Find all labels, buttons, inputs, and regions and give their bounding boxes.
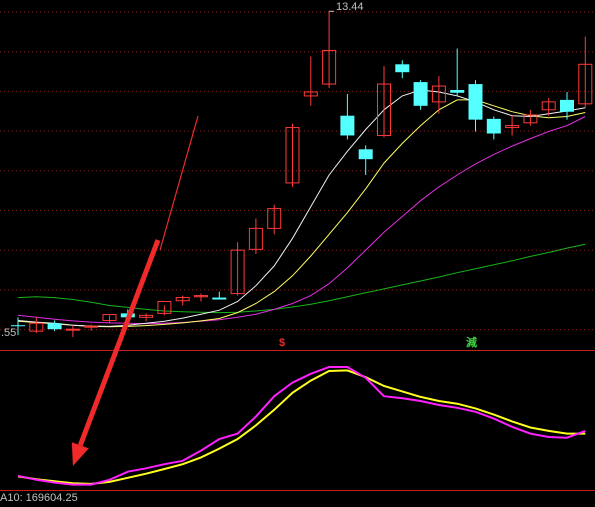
- high-price-label: 13.44: [336, 1, 364, 13]
- candle-body-down: [450, 90, 465, 93]
- candlesticks: [11, 10, 593, 338]
- arrow-thin-tail: [159, 115, 199, 251]
- buy-signal-marker: $: [279, 337, 286, 349]
- candle-body-down: [486, 118, 501, 134]
- low-price-label: .55: [1, 327, 17, 339]
- arrow-head: [71, 442, 89, 466]
- candle-body-down: [358, 149, 373, 160]
- ma-long-line: [17, 116, 586, 325]
- annotation-arrow: [71, 115, 199, 466]
- candle-body-down: [413, 82, 428, 106]
- arrow-shaft: [77, 239, 161, 447]
- candle-body-down: [47, 323, 62, 330]
- candle-body-up: [65, 328, 80, 331]
- candle-body-down: [212, 297, 227, 300]
- candle-body-down: [468, 84, 483, 120]
- ma-mid-line: [17, 99, 586, 328]
- candle-body-down: [560, 99, 574, 112]
- indicator-value-label: A10: 169604.25: [0, 492, 78, 504]
- stock-chart[interactable]: [0, 0, 595, 507]
- sell-signal-marker: 減: [466, 337, 477, 349]
- candle-body-down: [340, 115, 355, 136]
- ma-longest-line: [17, 243, 586, 314]
- candle-body-down: [395, 64, 410, 73]
